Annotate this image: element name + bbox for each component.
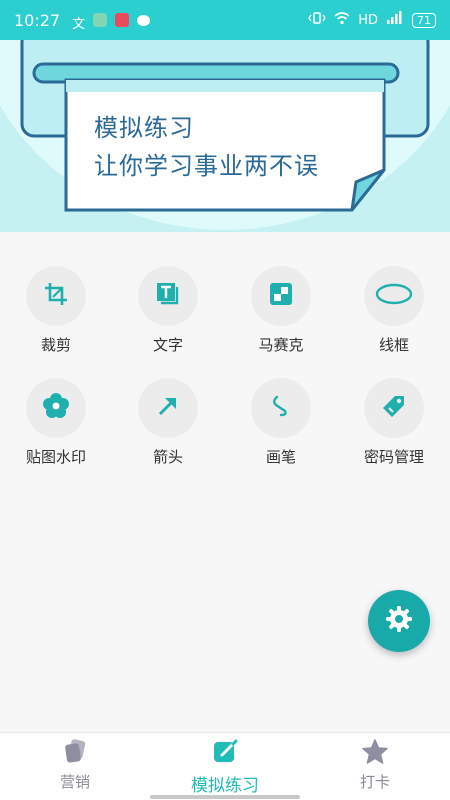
nav-marketing[interactable]: 营销 xyxy=(0,739,150,792)
star-icon xyxy=(361,739,389,769)
nav-practice[interactable]: 模拟练习 xyxy=(150,739,300,796)
tool-arrow[interactable]: 箭头 xyxy=(112,378,224,467)
tool-crop[interactable]: 裁剪 xyxy=(0,266,112,355)
tag-icon xyxy=(381,393,407,423)
tool-circle xyxy=(251,378,311,438)
nav-label: 打卡 xyxy=(359,773,390,791)
status-bar: 10:27 文 HD 71 xyxy=(0,0,450,40)
tool-label: 贴图水印 xyxy=(25,448,86,466)
tool-frame[interactable]: 线框 xyxy=(338,266,450,355)
tool-sticker-watermark[interactable]: 贴图水印 xyxy=(0,378,112,467)
tool-circle xyxy=(26,266,86,326)
tool-password-manager[interactable]: 密码管理 xyxy=(338,378,450,467)
banner-subtitle: 让你学习事业两不误 xyxy=(94,152,319,180)
banner-illustration xyxy=(20,40,430,212)
app-notification-icon xyxy=(93,13,108,27)
tool-label: 文字 xyxy=(152,336,183,354)
tool-circle xyxy=(251,266,311,326)
banner-title: 模拟练习 xyxy=(94,114,194,142)
mosaic-icon xyxy=(268,281,294,311)
text-icon xyxy=(155,281,181,311)
tool-circle xyxy=(26,378,86,438)
settings-fab[interactable] xyxy=(368,590,430,652)
battery-indicator: 71 xyxy=(412,12,436,28)
translate-icon: 文 xyxy=(72,17,86,32)
cards-icon xyxy=(61,739,89,769)
tool-text[interactable]: 文字 xyxy=(112,266,224,355)
flower-sticker-icon xyxy=(42,392,70,424)
tool-circle xyxy=(138,378,198,438)
status-time: 10:27 xyxy=(14,10,61,30)
tool-label: 裁剪 xyxy=(40,336,71,354)
banner: 模拟练习 让你学习事业两不误 xyxy=(0,40,450,232)
edit-icon xyxy=(211,739,239,769)
vibrate-icon xyxy=(308,11,326,29)
tool-circle xyxy=(364,378,424,438)
network-label: HD xyxy=(358,12,378,28)
tool-circle xyxy=(138,266,198,326)
status-left: 10:27 文 xyxy=(14,10,151,32)
brush-stroke-icon xyxy=(268,393,294,423)
video-notification-icon xyxy=(115,13,130,27)
nav-label: 模拟练习 xyxy=(191,776,259,796)
signal-icon xyxy=(386,11,404,29)
tool-label: 马赛克 xyxy=(258,336,304,354)
tool-circle xyxy=(364,266,424,326)
nav-label: 营销 xyxy=(59,773,90,791)
tool-label: 线框 xyxy=(378,336,409,354)
tool-mosaic[interactable]: 马赛克 xyxy=(225,266,337,355)
nav-checkin[interactable]: 打卡 xyxy=(300,739,450,792)
tool-label: 画笔 xyxy=(265,448,296,466)
gear-icon xyxy=(384,604,414,638)
ellipse-frame-icon xyxy=(374,282,414,310)
arrow-icon xyxy=(155,393,181,423)
bottom-nav: 营销 模拟练习 打卡 xyxy=(0,732,450,800)
wifi-icon xyxy=(334,11,350,29)
tool-label: 箭头 xyxy=(152,448,183,466)
tool-brush[interactable]: 画笔 xyxy=(225,378,337,467)
tools-grid: 裁剪 文字 马赛克 线框 贴图水印 箭头 画笔 密码管理 xyxy=(0,232,450,732)
wechat-icon xyxy=(137,14,151,26)
tool-label: 密码管理 xyxy=(363,448,424,466)
home-indicator[interactable] xyxy=(150,795,300,799)
crop-icon xyxy=(43,281,69,311)
status-right: HD 71 xyxy=(308,11,436,29)
